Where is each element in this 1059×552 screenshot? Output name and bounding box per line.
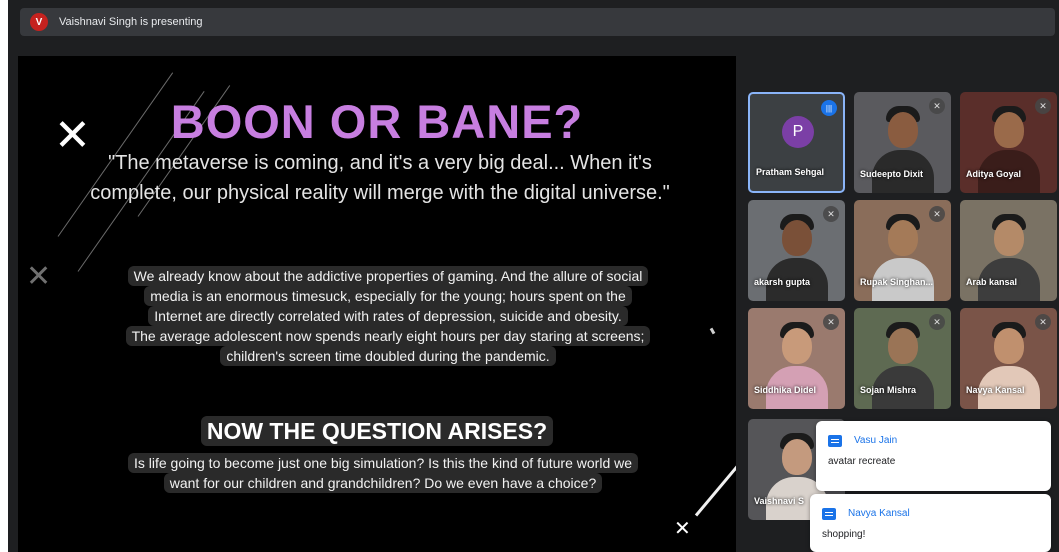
mic-off-icon: ✕ (929, 98, 945, 114)
participant-name: Pratham Sehgal (756, 167, 825, 177)
question-heading: NOW THE QUESTION ARISES? (18, 416, 736, 446)
chat-message: avatar recreate (828, 456, 896, 467)
participant-tile[interactable]: P ||| Pratham Sehgal (748, 92, 845, 193)
slide-quote: "The metaverse is coming, and it's a ver… (90, 152, 670, 204)
participant-video (888, 328, 918, 364)
deco-line (694, 445, 736, 517)
participant-name: Vaishnavi S (754, 496, 805, 506)
para-line: Internet are directly correlated with ra… (148, 306, 628, 326)
presenting-banner: V Vaishnavi Singh is presenting (20, 8, 1055, 36)
participant-name: Siddhika Didel (754, 385, 817, 395)
participant-video (994, 220, 1024, 256)
participant-tile[interactable]: Arab kansal (960, 200, 1057, 301)
participant-video (994, 328, 1024, 364)
mic-off-icon: ✕ (823, 314, 839, 330)
slide-paragraph: We already know about the addictive prop… (88, 266, 688, 366)
para-line: The average adolescent now spends nearly… (125, 326, 651, 346)
participant-avatar: P (782, 116, 814, 148)
chat-sender: Navya Kansal (848, 508, 910, 519)
chat-sender: Vasu Jain (854, 435, 898, 446)
question-text: Is life going to become just one big sim… (98, 453, 668, 493)
participant-video (782, 220, 812, 256)
shared-slide: ✕ ✕ ✕ BOON OR BANE? "The metaverse is co… (18, 56, 736, 552)
para-line: We already know about the addictive prop… (127, 266, 649, 286)
participant-tile[interactable]: ✕ Aditya Goyal (960, 92, 1057, 193)
participant-tile[interactable]: ✕ Siddhika Didel (748, 308, 845, 409)
chat-icon (828, 435, 842, 447)
presenter-avatar: V (30, 13, 48, 31)
participant-name: akarsh gupta (754, 277, 811, 287)
chat-notification[interactable]: Navya Kansal shopping! (810, 494, 1051, 552)
chat-notification[interactable]: Vasu Jain avatar recreate (816, 421, 1051, 491)
para-line: children's screen time doubled during th… (220, 346, 556, 366)
question-line: Is life going to become just one big sim… (127, 453, 639, 473)
participant-name: Navya Kansal (966, 385, 1025, 395)
participant-video (782, 328, 812, 364)
participant-video (888, 112, 918, 148)
mic-off-icon: ✕ (929, 314, 945, 330)
participant-video (994, 112, 1024, 148)
para-line: media is an enormous timesuck, especiall… (144, 286, 632, 306)
mic-off-icon: ✕ (1035, 98, 1051, 114)
speaking-indicator-icon: ||| (821, 100, 837, 116)
participant-name: Aditya Goyal (966, 169, 1022, 179)
participant-tile[interactable]: ✕ Sudeepto Dixit (854, 92, 951, 193)
participant-name: Arab kansal (966, 277, 1018, 287)
chat-icon (822, 508, 836, 520)
question-heading-text: NOW THE QUESTION ARISES? (200, 416, 554, 446)
mic-off-icon: ✕ (1035, 314, 1051, 330)
participant-video (888, 220, 918, 256)
participant-tile[interactable]: ✕ Navya Kansal (960, 308, 1057, 409)
question-line: want for our children and grandchildren?… (163, 473, 603, 493)
mouse-pointer-icon (709, 327, 716, 335)
meet-window: V Vaishnavi Singh is presenting ✕ ✕ ✕ BO… (8, 0, 1059, 552)
participant-name: Sudeepto Dixit (860, 169, 924, 179)
deco-x-icon: ✕ (674, 516, 691, 540)
participant-tile[interactable]: ✕ akarsh gupta (748, 200, 845, 301)
mic-off-icon: ✕ (823, 206, 839, 222)
participant-video (782, 439, 812, 475)
presenting-text: Vaishnavi Singh is presenting (59, 16, 203, 28)
participant-tile[interactable]: ✕ Rupak Singhan... (854, 200, 951, 301)
participant-tile[interactable]: ✕ Sojan Mishra (854, 308, 951, 409)
slide-title: BOON OR BANE? (170, 95, 584, 148)
mic-off-icon: ✕ (929, 206, 945, 222)
participant-name: Rupak Singhan... (860, 277, 934, 287)
deco-x-icon: ✕ (26, 259, 52, 294)
participant-name: Sojan Mishra (860, 385, 917, 395)
chat-message: shopping! (822, 529, 866, 540)
